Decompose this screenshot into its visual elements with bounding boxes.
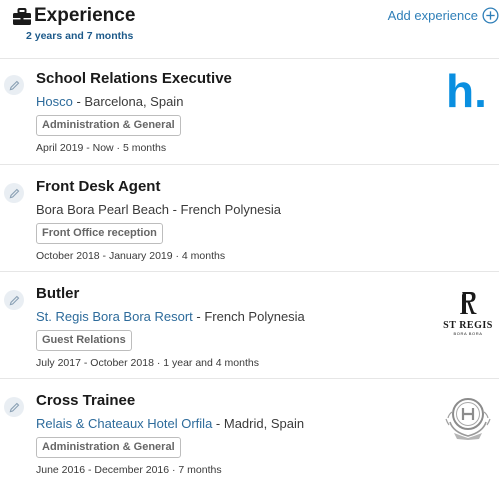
pencil-icon[interactable] [9, 188, 20, 199]
job-title: Cross Trainee [36, 392, 136, 409]
job-title: Butler [36, 285, 80, 302]
job-title: Front Desk Agent [36, 178, 161, 195]
company-location: - French Polynesia [192, 309, 305, 324]
edit-experience-button[interactable] [4, 183, 24, 203]
department-tag: Guest Relations [36, 330, 132, 351]
company-name: Bora Bora Pearl Beach [36, 202, 169, 217]
company-location: - Madrid, Spain [212, 416, 305, 431]
company-line: Bora Bora Pearl Beach - French Polynesia [36, 202, 281, 217]
hosco-logo: h. [446, 65, 487, 117]
employment-dates: October 2018 - January 2019 · 4 months [36, 250, 226, 262]
hotel-orfila-logo [445, 398, 491, 440]
company-location: - Barcelona, Spain [72, 94, 184, 109]
edit-experience-button[interactable] [4, 397, 24, 417]
edit-experience-button[interactable] [4, 75, 24, 95]
company-line: Hosco - Barcelona, Spain [36, 94, 183, 109]
add-circle-icon[interactable] [482, 7, 499, 24]
employment-dates: July 2017 - October 2018 · 1 year and 4 … [36, 357, 259, 369]
edit-experience-button[interactable] [4, 290, 24, 310]
experience-item: School Relations Executive Hosco - Barce… [0, 58, 499, 164]
pencil-icon[interactable] [9, 80, 20, 91]
st-regis-logo: ST REGIS BORA BORA [440, 291, 496, 351]
experience-item: Butler St. Regis Bora Bora Resort - Fren… [0, 273, 499, 379]
st-regis-wordmark: ST REGIS [443, 320, 493, 331]
st-regis-crest-icon [460, 292, 477, 314]
briefcase-icon [13, 8, 31, 25]
company-link[interactable]: St. Regis Bora Bora Resort [36, 309, 193, 324]
divider [0, 378, 499, 379]
department-tag: Administration & General [36, 437, 181, 458]
employment-dates: June 2016 - December 2016 · 7 months [36, 464, 222, 476]
pencil-icon[interactable] [9, 295, 20, 306]
department-tag: Administration & General [36, 115, 181, 136]
company-link[interactable]: Relais & Chateaux Hotel Orfila [36, 416, 212, 431]
job-title: School Relations Executive [36, 70, 232, 87]
divider [0, 164, 499, 165]
experience-duration: 2 years and 7 months [26, 30, 134, 42]
experience-item: Front Desk Agent Bora Bora Pearl Beach -… [0, 166, 499, 272]
st-regis-subtext: BORA BORA [453, 331, 483, 336]
employment-dates: April 2019 - Now · 5 months [36, 142, 167, 154]
company-location: - French Polynesia [168, 202, 281, 217]
pencil-icon[interactable] [9, 402, 20, 413]
company-line: Relais & Chateaux Hotel Orfila - Madrid,… [36, 416, 304, 431]
divider [0, 271, 499, 272]
company-line: St. Regis Bora Bora Resort - French Poly… [36, 309, 305, 324]
department-tag: Front Office reception [36, 223, 163, 244]
add-experience-label[interactable]: Add experience [388, 8, 478, 23]
company-link[interactable]: Hosco [36, 94, 73, 109]
add-experience-button[interactable]: Add experience [388, 7, 499, 24]
experience-item: Cross Trainee Relais & Chateaux Hotel Or… [0, 380, 499, 486]
section-title: Experience [34, 5, 136, 26]
experience-header: Experience 2 years and 7 months Add expe… [12, 5, 499, 52]
